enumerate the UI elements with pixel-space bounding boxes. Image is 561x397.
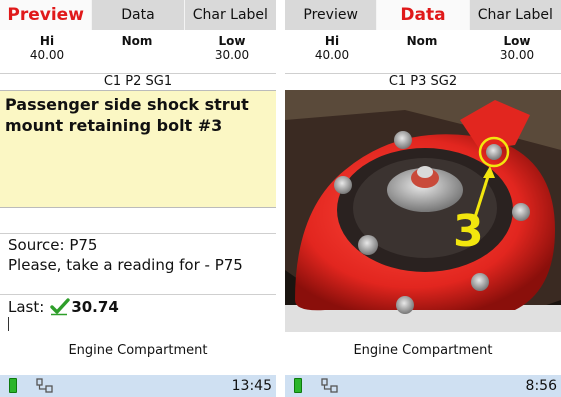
- characteristic-id: C1 P3 SG2: [388, 74, 458, 89]
- network-icon: [321, 378, 339, 397]
- hi-value: 40.00: [29, 48, 65, 62]
- tab-data[interactable]: Data: [92, 0, 185, 30]
- nom-limit: Nom: [112, 34, 162, 48]
- battery-icon: [294, 378, 302, 393]
- battery-icon: [9, 378, 17, 393]
- hi-label: Hi: [39, 34, 55, 48]
- tab-preview[interactable]: Preview: [0, 0, 93, 30]
- divider: [0, 294, 276, 295]
- description-box: Passenger side shock strut mount retaini…: [0, 90, 276, 208]
- tab-data[interactable]: Data: [377, 0, 470, 30]
- last-label: Last:: [8, 298, 45, 316]
- hi-label: Hi: [324, 34, 340, 48]
- check-icon: [50, 298, 71, 316]
- divider: [0, 233, 276, 234]
- last-reading: Last: 30.74: [8, 298, 119, 316]
- status-bar: 8:56: [285, 375, 561, 397]
- tab-bar: Preview Data Char Label: [285, 0, 561, 30]
- limits-header: Hi 40.00 Nom Low 30.00: [285, 34, 561, 74]
- hi-limit: Hi 40.00: [22, 34, 72, 62]
- characteristic-id: C1 P2 SG1: [103, 74, 173, 89]
- right-screen: Preview Data Char Label Hi 40.00 Nom Low…: [285, 0, 561, 397]
- status-bar: 13:45: [0, 375, 276, 397]
- clock: 8:56: [525, 378, 557, 394]
- last-value: 30.74: [71, 298, 119, 316]
- low-limit: Low 30.00: [202, 34, 262, 62]
- nom-label: Nom: [406, 34, 438, 48]
- location-label: Engine Compartment: [68, 343, 208, 358]
- hi-value: 40.00: [314, 48, 350, 62]
- limits-header: Hi 40.00 Nom Low 30.00: [0, 34, 276, 74]
- tab-char-label[interactable]: Char Label: [185, 0, 276, 30]
- input-cursor: [8, 317, 9, 331]
- low-value: 30.00: [499, 48, 535, 62]
- low-value: 30.00: [214, 48, 250, 62]
- strut-mount-photo: [285, 90, 561, 332]
- tab-preview[interactable]: Preview: [285, 0, 378, 30]
- low-label: Low: [503, 34, 531, 48]
- low-limit: Low 30.00: [487, 34, 547, 62]
- tab-bar: Preview Data Char Label: [0, 0, 276, 30]
- network-icon: [36, 378, 54, 397]
- location-label: Engine Compartment: [353, 343, 493, 358]
- nom-label: Nom: [121, 34, 153, 48]
- nom-limit: Nom: [397, 34, 447, 48]
- photo-callout-number: 3: [453, 206, 484, 257]
- reading-prompt: Please, take a reading for - P75: [8, 256, 243, 274]
- left-screen: Preview Data Char Label Hi 40.00 Nom Low…: [0, 0, 276, 397]
- hi-limit: Hi 40.00: [307, 34, 357, 62]
- low-label: Low: [218, 34, 246, 48]
- clock: 13:45: [231, 378, 272, 394]
- source-text: Source: P75: [8, 236, 98, 254]
- tab-char-label[interactable]: Char Label: [470, 0, 561, 30]
- screen-separator: [276, 0, 285, 397]
